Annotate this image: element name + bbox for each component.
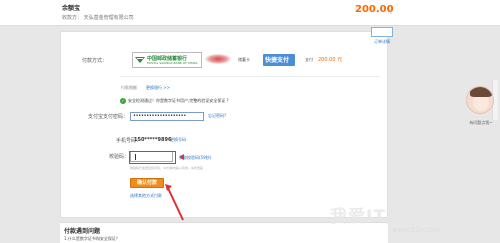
code-hint: 校验码已发送至您手机，30分钟内输入有效，请勿泄露 <box>130 166 203 170</box>
change-phone-link[interactable]: 更换号码 <box>170 137 186 143</box>
phone-number: 150*****9896 <box>134 137 172 143</box>
quick-pay-badge: 快捷支付 <box>263 54 295 66</box>
verification-code-label: 校验码： <box>109 154 130 160</box>
change-bank-link[interactable]: 更换银行 >> <box>146 85 170 91</box>
section-divider <box>120 76 380 77</box>
forgot-password-link[interactable]: 忘记密码? <box>208 113 226 119</box>
confirm-payment-button[interactable]: 确认付款 <box>130 178 164 188</box>
header-unit: 元 <box>388 9 392 14</box>
quick-pay-label: 快捷支付 <box>265 57 290 64</box>
pay-label: 支付 <box>305 57 313 62</box>
highlight-box <box>129 151 176 164</box>
payee-text: 收款方： 天弘基金管理有限公司 <box>62 15 134 21</box>
other-method-link[interactable]: 选择其他方式付款 <box>130 193 162 199</box>
card-number-mask <box>205 54 231 64</box>
product-title: 余额宝 <box>62 5 81 12</box>
security-status: 安全检测通过！你是数字证书用户,完整的验证安全保证 ? <box>128 98 229 103</box>
pay-limit-text: 付款限额 <box>121 85 137 90</box>
faq-question-link[interactable]: 1.什么是数字证书和安全保证？ <box>64 236 120 242</box>
pay-amount: 200.00 元 <box>318 57 343 63</box>
help-label[interactable]: 有问题点我~ <box>466 120 496 126</box>
order-detail-label: 订单详情 <box>374 39 390 44</box>
bank-selector[interactable]: 中国邮政储蓄银行 POSTAL SAVINGS BANK OF CHINA <box>132 52 202 68</box>
bank-english-name: POSTAL SAVINGS BANK OF CHINA <box>147 61 198 65</box>
help-avatar[interactable] <box>466 86 494 114</box>
password-label: 支付宝支付密码： <box>88 114 129 120</box>
postal-bank-icon <box>134 55 146 65</box>
resend-code-link[interactable]: 获取校验码(59秒) <box>179 155 211 161</box>
payment-method-label: 付款方式： <box>82 58 108 64</box>
card-type: 储蓄卡 <box>238 57 250 62</box>
cashier-header: 余额宝 收款方： 天弘基金管理有限公司 200.00 元 <box>0 0 500 26</box>
order-detail-tab[interactable]: 订单详情 <box>371 27 393 44</box>
payment-password-input[interactable]: •••••••••••••••••••• <box>130 112 204 121</box>
avatar-hair <box>470 87 492 97</box>
faq-title: 付款遇到问题 <box>64 228 101 235</box>
check-icon: ✓ <box>120 98 126 104</box>
annotation-arrow-icon <box>165 184 184 221</box>
watermark-text: 我爱IT技术网 <box>330 207 440 227</box>
watermark-url: www.52ij.com <box>392 226 441 234</box>
